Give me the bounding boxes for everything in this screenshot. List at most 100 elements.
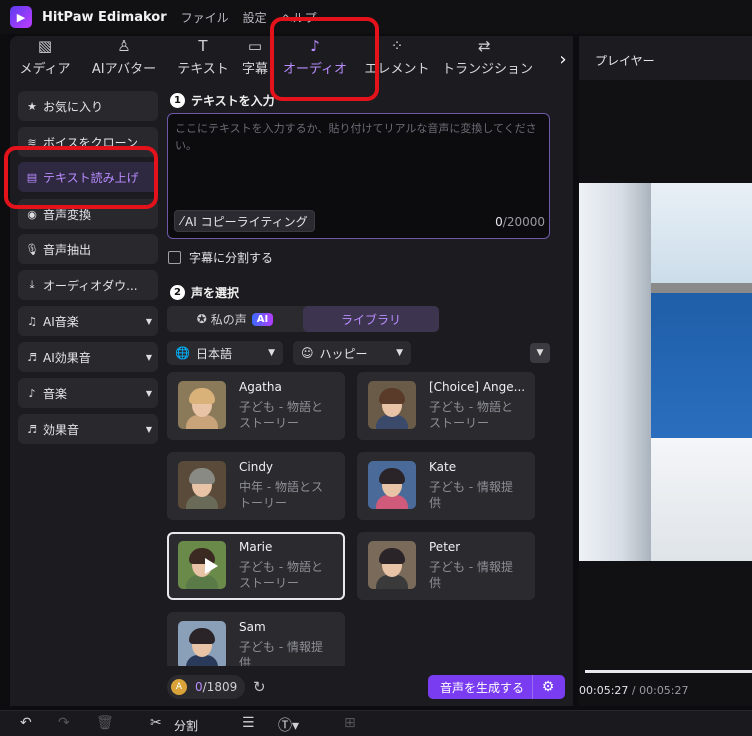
star-icon: ★ [27,99,37,113]
tab-transition[interactable]: ⇄ トランジション [436,36,533,82]
ai-copywriting-button[interactable]: ⁄ AI コピーライティング [174,210,315,232]
sidebar-item-audio-extract[interactable]: 🎙 音声抽出 [18,234,158,264]
transition-icon: ⇄ [478,37,491,55]
avatar [178,461,226,509]
chevron-down-icon: ▼ [268,348,275,358]
voice-card-ange[interactable]: [Choice] Ange... 子ども - 物語とストーリー [357,372,535,440]
voice-card-kate[interactable]: Kate 子ども - 情報提供 [357,452,535,520]
avatar [368,381,416,429]
chevron-right-icon[interactable]: › [553,36,573,82]
voice-source-tabs: ✪ 私の声 AI ライブラリ [167,306,439,332]
caret-down-icon: ▼ [145,424,152,434]
voice-name: Kate [429,460,457,474]
tab-audio[interactable]: ♪ オーディオ [272,36,358,82]
playback-progress[interactable] [585,670,752,673]
sidebar-item-label: 音声変換 [43,207,92,222]
voice-card-marie[interactable]: Marie 子ども - 物語とストーリー [167,532,345,600]
voice-card-sam[interactable]: Sam 子ども - 情報提供 [167,612,345,666]
voice-card-peter[interactable]: Peter 子ども - 情報提供 [357,532,535,600]
export-frame-icon[interactable]: ⊞ [344,715,356,731]
refresh-icon[interactable]: ↻ [253,678,266,696]
sidebar-item-ai-music[interactable]: ♫ AI音楽 ▼ [18,306,158,336]
sidebar-item-label: お気に入り [43,99,104,114]
bottom-toolbar: ↶ ↷ 🗑 ✂ 分割 ☰ Ⓣ▾ ⊞ [0,710,752,736]
player-title: プレイヤー [579,36,752,80]
sidebar-item-voice-clone[interactable]: ≋ ボイスをクローン [18,127,158,157]
tab-text-label: テキスト [177,62,229,77]
sidebar-item-voice-changer[interactable]: ◉ 音声変換 [18,199,158,229]
text-input-area[interactable]: ここにテキストを入力するか、貼り付けてリアルな音声に変換してください。 ⁄ AI… [167,113,550,239]
sidebar-item-text-to-speech[interactable]: ▤ テキスト読み上げ [18,162,158,192]
tab-elements[interactable]: ⁘ エレメント [358,36,436,82]
text-to-speech-panel: 1 テキストを入力 ここにテキストを入力するか、貼り付けてリアルな音声に変換して… [158,82,573,706]
tab-subtitle-label: 字幕 [241,62,268,77]
text-input-placeholder: ここにテキストを入力するか、貼り付けてリアルな音声に変換してください。 [175,122,537,152]
current-time: 00:05:27 [579,684,629,697]
emotion-select[interactable]: ☺ ハッピー ▼ [293,341,411,365]
sidebar-item-sfx[interactable]: ♬ 効果音 ▼ [18,414,158,444]
voice-card-agatha[interactable]: Agatha 子ども - 物語とストーリー [167,372,345,440]
voice-desc: 子ども - 情報提供 [429,480,513,510]
subtitle-edit-icon[interactable]: ☰ [242,715,255,731]
tab-media[interactable]: ▧ メディア [10,36,80,82]
voice-name: Cindy [239,460,274,474]
credits-indicator: A 0/1809 [167,675,246,699]
chevron-down-icon: ▼ [536,348,544,358]
voice-name: Marie [239,540,273,554]
tab-media-label: メディア [19,62,71,77]
split-subtitles-checkbox[interactable] [168,251,181,264]
voice-name: [Choice] Ange... [429,380,526,394]
menu-file[interactable]: ファイル [181,9,229,26]
text-to-speech-icon: ▤ [26,170,38,184]
voice-desc: 子ども - 情報提供 [429,560,513,590]
voice-card-cindy[interactable]: Cindy 中年 - 物語とストーリー [167,452,345,520]
tab-library[interactable]: ライブラリ [303,306,439,332]
avatar [368,461,416,509]
sidebar-item-audio-download[interactable]: ⤓ オーディオダウ... [18,270,158,300]
step-2-heading: 2 声を選択 [170,284,239,301]
sidebar-item-label: AI効果音 [43,350,91,365]
scissors-icon[interactable]: ✂ [150,715,162,731]
sidebar-item-label: オーディオダウ... [43,278,138,293]
sidebar-item-label: AI音楽 [43,314,79,329]
redo-icon[interactable]: ↷ [58,715,70,731]
star-badge-icon: ✪ [196,312,207,326]
tab-elements-label: エレメント [364,62,430,77]
sidebar-item-music[interactable]: ♪ 音楽 ▼ [18,378,158,408]
language-select[interactable]: 🌐 日本語 ▼ [167,341,283,365]
sidebar-item-ai-sfx[interactable]: ♬ AI効果音 ▼ [18,342,158,372]
menu-settings[interactable]: 設定 [243,9,267,26]
voice-desc: 子ども - 物語とストーリー [239,400,323,430]
split-subtitles-label: 字幕に分割する [189,251,274,265]
sidebar-item-favorites[interactable]: ★ お気に入り [18,91,158,121]
emotion-value: ハッピー [319,346,368,361]
play-icon[interactable] [205,558,218,574]
video-preview[interactable] [579,183,752,561]
tab-ai-avatar[interactable]: ♙ AIアバター [80,36,168,82]
tab-my-voice[interactable]: ✪ 私の声 AI [167,306,303,332]
avatar-plus-icon: ♙ [117,37,131,55]
tab-my-voice-label: 私の声 [210,312,247,327]
text-style-icon[interactable]: Ⓣ▾ [278,715,299,735]
coin-icon: A [171,679,187,695]
tab-text[interactable]: T テキスト [168,36,238,82]
voice-desc: 子ども - 物語とストーリー [239,560,323,590]
menu-help[interactable]: ヘルプ [281,9,317,26]
undo-icon[interactable]: ↶ [20,715,32,731]
sidebar-item-label: ボイスをクローン [43,135,139,150]
sidebar: ★ お気に入り ≋ ボイスをクローン ▤ テキスト読み上げ ◉ 音声変換 🎙 音… [10,82,158,706]
tool-tabs: ▧ メディア ♙ AIアバター T テキスト ▭ 字幕 ♪ オーディオ ⁘ エレ… [10,36,573,82]
expand-filters-button[interactable]: ▼ [530,343,550,363]
generate-voice-button[interactable]: 音声を生成する ⚙ [428,675,565,699]
split-label[interactable]: 分割 [174,717,198,734]
delete-icon[interactable]: 🗑 [96,715,114,731]
tab-subtitle[interactable]: ▭ 字幕 [238,36,272,82]
voice-name: Sam [239,620,266,634]
char-used: 0 [495,215,503,229]
split-subtitles-option[interactable]: 字幕に分割する [168,249,273,266]
time-display: 00:05:27 / 00:05:27 [579,684,689,697]
globe-icon: 🌐 [175,346,190,360]
gear-icon[interactable]: ⚙ [532,675,563,699]
ai-music-icon: ♫ [27,314,37,328]
step-title-text: テキストを入力 [191,94,275,108]
